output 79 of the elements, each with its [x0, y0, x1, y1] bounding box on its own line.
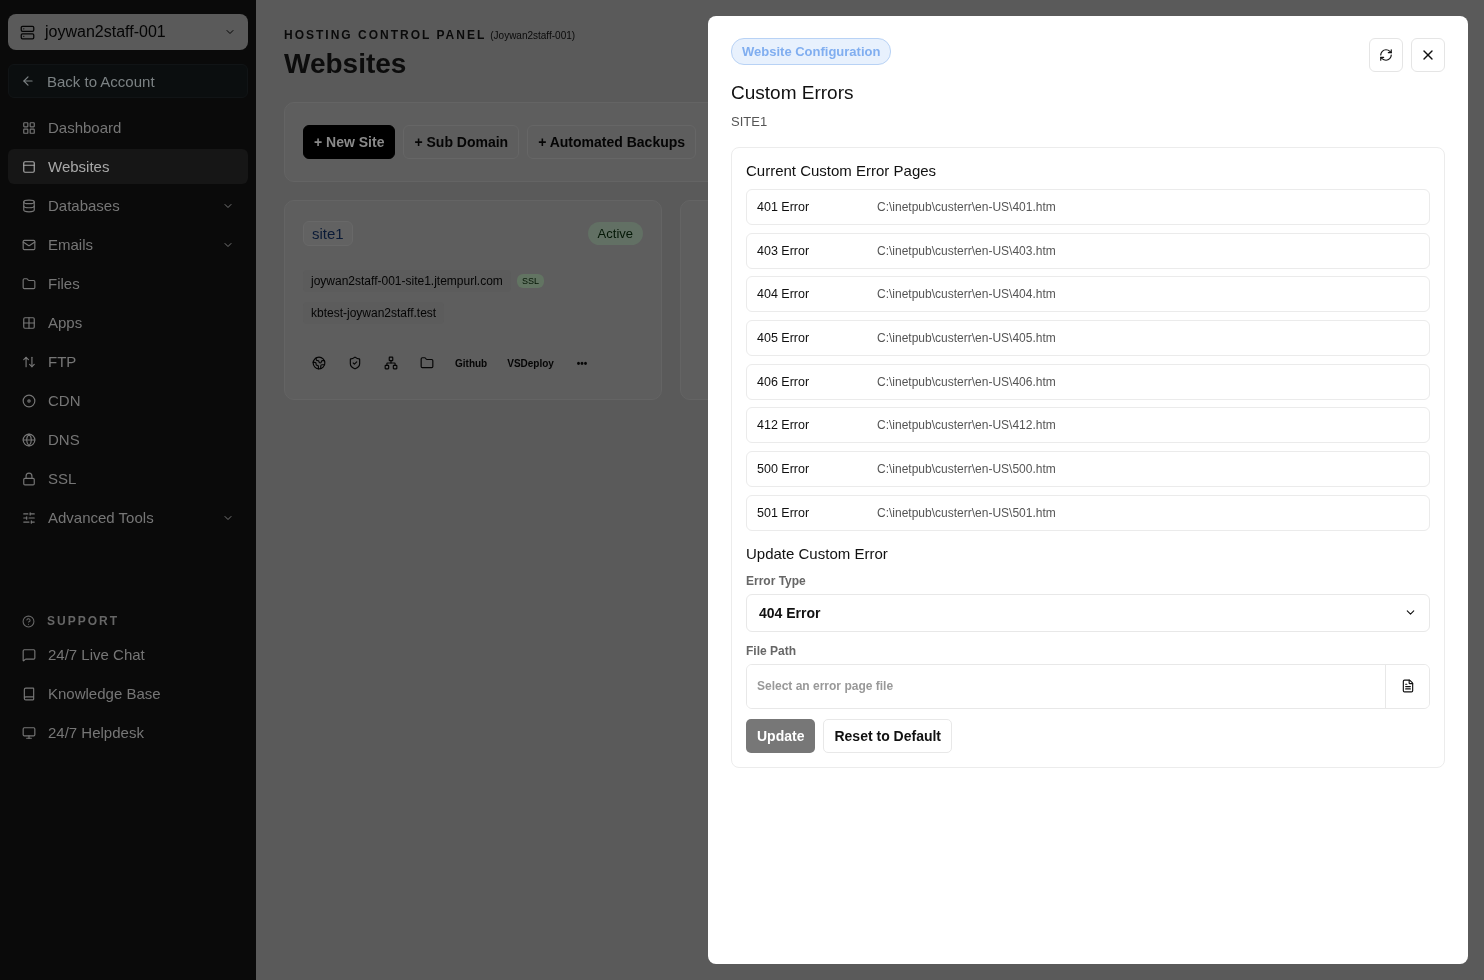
ssl-badge: SSL — [516, 274, 544, 288]
lock-icon — [22, 471, 36, 486]
sliders-icon — [22, 510, 36, 525]
field-label: File Path — [746, 643, 797, 658]
error-code: 404 Error — [757, 287, 811, 302]
globe-icon — [312, 356, 326, 370]
panel-icon — [22, 159, 36, 174]
site-name[interactable]: site1 — [303, 221, 353, 246]
globe-icon — [22, 432, 36, 447]
action-button[interactable]: VSDeploy — [499, 348, 562, 378]
grid-icon — [22, 315, 36, 330]
sidebar-item[interactable]: Apps — [8, 305, 248, 340]
section-heading: SUPPORT — [47, 614, 119, 628]
mail-icon — [22, 237, 36, 252]
file-path-text: C:\inetpub\custerr\en-US\412.htm — [877, 418, 1056, 433]
sidebar-item[interactable]: 24/7 Helpdesk — [8, 715, 248, 750]
sidebar-item[interactable]: DNS — [8, 422, 248, 457]
sidebar-item[interactable]: Files — [8, 266, 248, 301]
toolbar-button[interactable]: + Automated Backups — [527, 125, 697, 159]
error-code: 501 Error — [757, 505, 811, 520]
toolbar-button[interactable]: + New Site — [303, 125, 396, 159]
sidebar-item[interactable]: Knowledge Base — [8, 676, 248, 711]
dialog-subtitle: SITE1 — [731, 114, 769, 129]
file-path-text: C:\inetpub\custerr\en-US\406.htm — [877, 374, 1056, 389]
more-button[interactable]: ••• — [565, 348, 598, 378]
file-path-text: C:\inetpub\custerr\en-US\501.htm — [877, 505, 1056, 520]
sidebar-item[interactable]: Websites — [8, 149, 248, 184]
refresh-icon — [1379, 48, 1393, 62]
chat-icon — [22, 647, 36, 662]
refresh-button[interactable] — [1369, 38, 1403, 72]
action-button[interactable]: Github — [447, 348, 496, 378]
account-switcher[interactable]: joywan2staff-001 — [8, 14, 248, 50]
account-text: (Joywan2staff-001) — [490, 30, 576, 41]
sidebar-item[interactable]: Advanced Tools — [8, 500, 248, 535]
error-code: 406 Error — [757, 374, 811, 389]
error-code: 403 Error — [757, 243, 811, 258]
reset-button[interactable]: Reset to Default — [823, 718, 953, 753]
file-path-text: C:\inetpub\custerr\en-US\500.htm — [877, 462, 1056, 477]
file-path-text: C:\inetpub\custerr\en-US\404.htm — [877, 287, 1056, 302]
sidebar-item[interactable]: CDN — [8, 383, 248, 418]
dialog-title: Custom Errors — [731, 82, 855, 104]
sidebar-item[interactable]: Emails — [8, 227, 248, 262]
error-code: 500 Error — [757, 462, 811, 477]
file-icon — [1400, 679, 1415, 693]
status-badge: Active — [587, 222, 643, 245]
error-code: 412 Error — [757, 418, 811, 433]
page-title: Websites — [284, 48, 407, 80]
file-path-text: C:\inetpub\custerr\en-US\405.htm — [877, 331, 1056, 346]
sidebar-item[interactable]: FTP — [8, 344, 248, 379]
folder-icon — [420, 356, 434, 370]
eyebrow-text: HOSTING CONTROL PANEL — [284, 28, 487, 42]
grid-icon — [22, 120, 36, 135]
section-heading: Update Custom Error — [746, 544, 889, 562]
browse-file-button[interactable] — [1385, 664, 1429, 708]
back-link[interactable]: Back to Account — [8, 64, 248, 98]
file-path-text: C:\inetpub\custerr\en-US\401.htm — [877, 200, 1056, 214]
server-icon — [20, 24, 35, 40]
network-icon — [384, 356, 398, 370]
folder-icon — [22, 276, 36, 291]
arrows-icon — [22, 354, 36, 369]
close-button[interactable] — [1411, 38, 1445, 72]
database-icon — [22, 198, 36, 213]
field-label: Error Type — [746, 573, 807, 588]
error-code: 401 Error — [757, 200, 811, 214]
error-type-select[interactable]: 404 Error — [746, 593, 1430, 632]
disc-icon — [22, 393, 36, 408]
error-code: 405 Error — [757, 331, 811, 346]
toolbar-button[interactable]: + Sub Domain — [403, 125, 520, 159]
category-badge: Website Configuration — [731, 38, 892, 65]
sidebar-item[interactable]: 24/7 Live Chat — [8, 637, 248, 672]
file-path-text: C:\inetpub\custerr\en-US\403.htm — [877, 243, 1056, 258]
shield-icon — [348, 356, 362, 370]
sidebar-item[interactable]: SSL — [8, 461, 248, 496]
sidebar-item[interactable]: Databases — [8, 188, 248, 223]
sidebar-item[interactable]: Dashboard — [8, 110, 248, 145]
monitor-icon — [22, 725, 36, 740]
book-icon — [22, 686, 36, 701]
help-icon — [22, 614, 35, 628]
section-heading: Current Custom Error Pages — [746, 162, 938, 179]
